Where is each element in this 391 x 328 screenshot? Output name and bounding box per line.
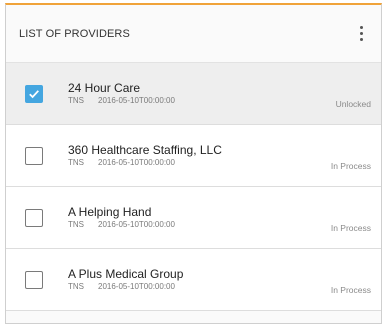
kebab-menu-icon[interactable] [355,23,367,45]
provider-type: TNS [68,96,84,105]
panel-title: LIST OF PROVIDERS [19,27,130,40]
provider-status: In Process [330,223,371,233]
provider-meta: TNS 2016-05-10T00:00:00 [68,95,369,106]
provider-date: 2016-05-10T00:00:00 [98,96,175,105]
provider-row-1[interactable]: 360 Healthcare Staffing, LLC TNS 2016-05-… [6,125,381,187]
providers-panel: LIST OF PROVIDERS 24 Hour Care TNS 2016-0… [5,3,382,324]
checkmark-icon [29,89,39,98]
provider-checkbox-2[interactable] [25,208,43,227]
provider-type: TNS [68,220,84,229]
provider-status: In Process [330,161,371,171]
provider-checkbox-3[interactable] [25,270,43,289]
provider-name: 360 Healthcare Staffing, LLC [68,143,222,157]
provider-checkbox-1[interactable] [25,146,43,165]
provider-row-3[interactable]: A Plus Medical Group TNS 2016-05-10T00:00… [6,249,381,311]
provider-name: A Helping Hand [68,205,152,219]
provider-date: 2016-05-10T00:00:00 [98,282,175,291]
panel-header: LIST OF PROVIDERS [6,5,381,63]
provider-status: Unlocked [335,99,371,109]
provider-meta: TNS 2016-05-10T00:00:00 [68,157,369,168]
provider-name: 24 Hour Care [68,81,141,95]
list-footer-strip [6,311,381,323]
provider-name: A Plus Medical Group [68,267,184,281]
provider-row-0[interactable]: 24 Hour Care TNS 2016-05-10T00:00:00 Unlo… [6,63,381,125]
provider-meta: TNS 2016-05-10T00:00:00 [68,219,369,230]
provider-date: 2016-05-10T00:00:00 [98,158,175,167]
provider-type: TNS [68,282,84,291]
provider-date: 2016-05-10T00:00:00 [98,220,175,229]
provider-list: 24 Hour Care TNS 2016-05-10T00:00:00 Unlo… [6,63,381,323]
provider-status: In Process [330,285,371,295]
provider-row-2[interactable]: A Helping Hand TNS 2016-05-10T00:00:00 In… [6,187,381,249]
provider-checkbox-0[interactable] [25,84,43,103]
provider-meta: TNS 2016-05-10T00:00:00 [68,281,369,292]
provider-type: TNS [68,158,84,167]
